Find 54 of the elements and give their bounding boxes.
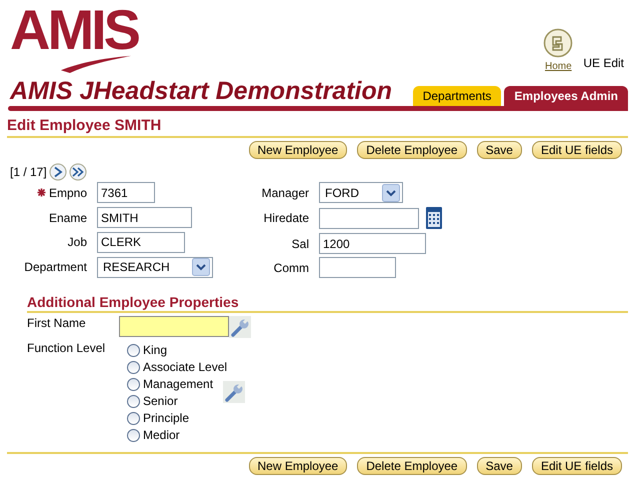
action-button[interactable]: Delete Employee <box>357 457 467 475</box>
radio-button[interactable] <box>127 378 140 390</box>
dropdown[interactable]: FORD <box>319 182 403 203</box>
field-label: Hiredate <box>264 211 309 225</box>
record-counter: [1 / 17] <box>10 165 47 179</box>
wrench-icon[interactable] <box>223 381 246 403</box>
radio-button[interactable] <box>127 428 140 442</box>
input-field[interactable]: SMITH <box>97 207 192 228</box>
action-button[interactable]: Save <box>476 141 522 159</box>
user-label: UE Edit <box>583 56 624 70</box>
home-icon[interactable] <box>543 28 574 58</box>
input-field[interactable] <box>319 257 396 278</box>
input-field[interactable]: 1200 <box>319 233 426 254</box>
page-title: Edit Employee SMITH <box>7 117 162 134</box>
dropdown[interactable]: RESEARCH <box>97 256 213 278</box>
action-button[interactable]: New Employee <box>248 457 348 475</box>
option-label: King <box>143 343 168 357</box>
input-field[interactable]: 7361 <box>97 182 155 204</box>
action-button[interactable]: Delete Employee <box>357 141 467 159</box>
action-button[interactable]: Edit UE fields <box>532 457 622 475</box>
section-title: Additional Employee Properties <box>27 294 628 313</box>
action-button[interactable]: New Employee <box>248 141 348 159</box>
option-label: Senior <box>143 394 178 408</box>
field-label: Job <box>68 235 87 250</box>
option-label: Management <box>143 377 214 391</box>
option-label: Medior <box>143 428 180 442</box>
tab[interactable]: Departments <box>412 86 502 106</box>
radio-button[interactable] <box>127 344 140 356</box>
input-field[interactable]: CLERK <box>97 232 185 253</box>
wrench-icon[interactable] <box>229 316 251 338</box>
action-button[interactable]: Edit UE fields <box>532 141 622 159</box>
action-button[interactable]: Save <box>476 457 522 475</box>
field-label: Empno <box>48 186 87 200</box>
field-label: Department <box>24 260 87 274</box>
radio-button[interactable] <box>127 360 140 374</box>
field-label: Manager <box>262 186 309 200</box>
option-label: Principle <box>143 411 190 425</box>
app-title: AMIS JHeadstart Demonstration <box>10 77 392 106</box>
tab[interactable]: Employees Admin <box>504 86 628 106</box>
field-label: Sal <box>292 236 309 250</box>
field-label: First Name <box>27 316 87 330</box>
field-label: Ename <box>48 210 87 225</box>
next-icon[interactable] <box>48 163 67 181</box>
option-label: Associate Level <box>143 360 228 374</box>
field-label: Function Level <box>27 341 106 355</box>
home-link[interactable]: Home <box>544 61 572 72</box>
calendar-icon[interactable] <box>425 206 443 230</box>
radio-button[interactable] <box>127 394 140 408</box>
logo: AMIS <box>10 6 138 54</box>
input-field[interactable] <box>119 316 229 337</box>
field-label: Comm <box>274 260 309 274</box>
input-field[interactable] <box>319 208 419 228</box>
radio-button[interactable] <box>127 412 140 424</box>
last-icon[interactable] <box>68 163 87 181</box>
